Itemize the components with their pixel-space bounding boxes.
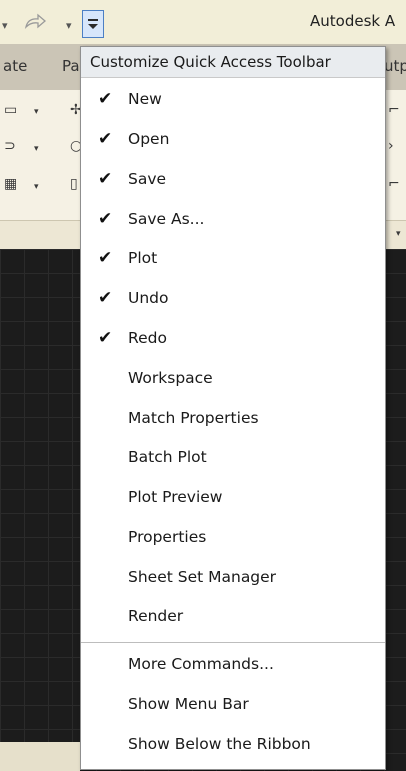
menu-item-workspace[interactable]: Workspace (81, 360, 385, 398)
tab-parametric[interactable]: Pa (62, 57, 80, 75)
checkmark-icon: ✔ (98, 129, 113, 149)
hatch-tool-icon[interactable]: ⊃ (4, 138, 16, 154)
menu-item-plot[interactable]: ✔ Plot (81, 240, 385, 278)
customize-quick-access-button[interactable] (82, 10, 104, 38)
menu-item-redo[interactable]: ✔ Redo (81, 320, 385, 358)
tab-annotate[interactable]: ate (3, 57, 27, 75)
menu-item-label: Show Below the Ribbon (128, 735, 311, 753)
checkmark-icon: ✔ (98, 209, 113, 229)
menu-item-show-below-ribbon[interactable]: Show Below the Ribbon (81, 726, 385, 764)
properties-tool-icon[interactable]: › (388, 138, 394, 154)
panel-expand-icon[interactable]: ▾ (396, 229, 401, 239)
checkmark-icon: ✔ (98, 169, 113, 189)
menu-title: Customize Quick Access Toolbar (90, 53, 331, 71)
menu-item-plot-preview[interactable]: Plot Preview (81, 479, 385, 517)
title-bar: ▾ ▾ Autodesk A (0, 0, 406, 44)
menu-item-label: Sheet Set Manager (128, 568, 277, 586)
menu-item-save[interactable]: ✔ Save (81, 161, 385, 199)
menu-header: Customize Quick Access Toolbar (81, 47, 385, 78)
gradient-tool-icon[interactable]: ▦ (4, 176, 17, 192)
groups-tool-icon[interactable]: ⌐ (388, 176, 400, 192)
menu-item-match-properties[interactable]: Match Properties (81, 400, 385, 438)
customize-bar-icon (88, 19, 98, 21)
menu-item-undo[interactable]: ✔ Undo (81, 280, 385, 318)
menu-item-label: Undo (128, 289, 169, 307)
redo-icon[interactable] (23, 12, 49, 32)
menu-item-new[interactable]: ✔ New (81, 81, 385, 119)
menu-item-label: Plot (128, 249, 158, 267)
menu-item-open[interactable]: ✔ Open (81, 121, 385, 159)
menu-item-label: Match Properties (128, 409, 259, 427)
menu-separator (81, 642, 385, 643)
customize-quick-access-menu: Customize Quick Access Toolbar ✔ New ✔ O… (80, 46, 386, 770)
menu-item-label: More Commands... (128, 655, 274, 673)
checkmark-icon: ✔ (98, 328, 113, 348)
menu-item-label: Save As... (128, 210, 205, 228)
chevron-down-icon[interactable]: ▾ (34, 182, 39, 192)
menu-item-label: Workspace (128, 369, 213, 387)
copy-tool-icon[interactable]: ▯ (70, 176, 78, 192)
chevron-down-icon[interactable]: ▾ (34, 107, 39, 117)
menu-item-label: Redo (128, 329, 167, 347)
tab-output[interactable]: utp (384, 57, 406, 75)
chevron-down-icon[interactable]: ▾ (34, 144, 39, 154)
status-bar-fragment (0, 742, 80, 771)
redo-dropdown-arrow-icon[interactable]: ▾ (66, 19, 72, 32)
menu-item-batch-plot[interactable]: Batch Plot (81, 439, 385, 477)
checkmark-icon: ✔ (98, 248, 113, 268)
menu-item-label: Plot Preview (128, 488, 223, 506)
menu-item-show-menu-bar[interactable]: Show Menu Bar (81, 686, 385, 724)
layer-tool-icon[interactable]: ⌐ (388, 102, 400, 118)
menu-item-sheet-set-manager[interactable]: Sheet Set Manager (81, 559, 385, 597)
menu-item-properties[interactable]: Properties (81, 519, 385, 557)
checkmark-icon: ✔ (98, 89, 113, 109)
menu-item-label: Save (128, 170, 167, 188)
checkmark-icon: ✔ (98, 288, 113, 308)
chevron-down-icon (88, 24, 98, 29)
menu-item-label: Show Menu Bar (128, 695, 249, 713)
menu-item-label: New (128, 90, 162, 108)
menu-item-label: Render (128, 607, 184, 625)
undo-dropdown-arrow-icon[interactable]: ▾ (2, 19, 8, 32)
menu-item-save-as[interactable]: ✔ Save As... (81, 201, 385, 239)
menu-item-label: Properties (128, 528, 207, 546)
menu-item-render[interactable]: Render (81, 598, 385, 636)
menu-item-label: Batch Plot (128, 448, 207, 466)
app-title: Autodesk A (310, 12, 396, 30)
menu-item-label: Open (128, 130, 170, 148)
rectangle-tool-icon[interactable]: ▭ (4, 102, 17, 118)
menu-item-more-commands[interactable]: More Commands... (81, 646, 385, 684)
